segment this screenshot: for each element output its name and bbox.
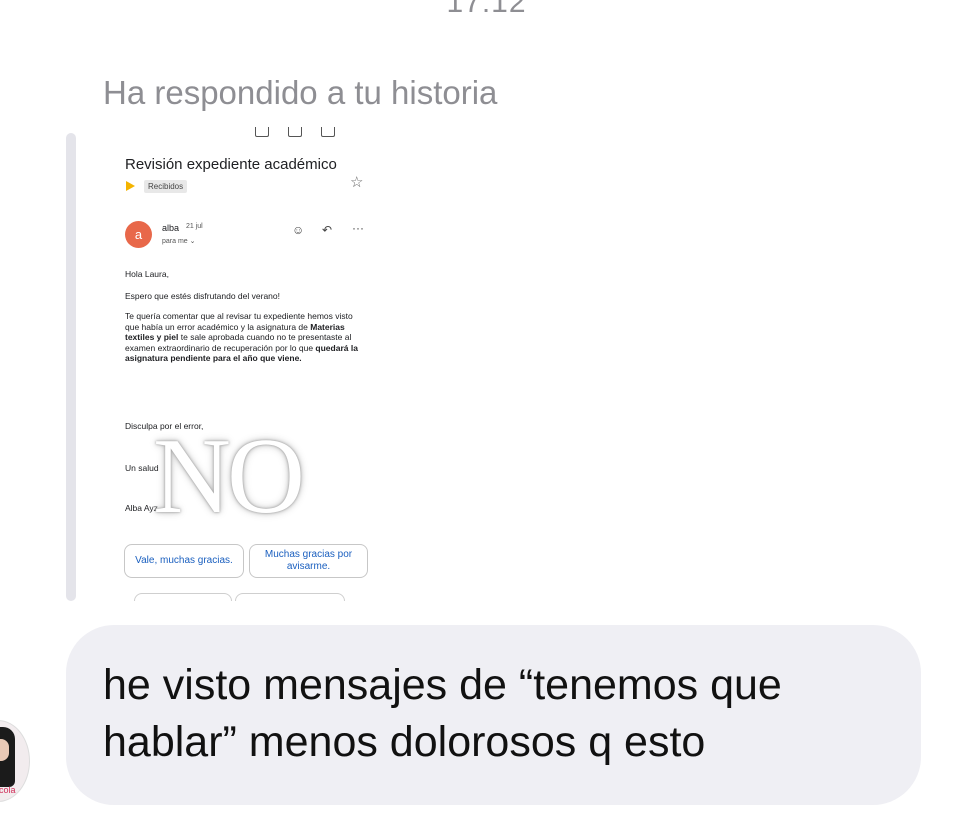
smart-reply-button: Muchas gracias por avisarme. bbox=[249, 544, 368, 578]
story-reply-indicator-bar bbox=[66, 133, 76, 601]
email-line: Espero que estés disfrutando del verano! bbox=[125, 291, 280, 301]
archive-icon bbox=[288, 127, 302, 137]
story-image[interactable]: Revisión expediente académico Recibidos … bbox=[100, 123, 390, 601]
email-greeting: Hola Laura, bbox=[125, 269, 169, 279]
smart-reply-button-cropped bbox=[134, 593, 232, 601]
message-bubble[interactable]: he visto mensajes de “tenemos que hablar… bbox=[66, 625, 921, 805]
story-reply-label: Ha respondido a tu historia bbox=[103, 74, 498, 111]
label-arrow-icon bbox=[126, 181, 135, 191]
overlay-text: NO bbox=[153, 417, 305, 536]
email-subject: Revisión expediente académico bbox=[125, 156, 337, 173]
download-icon bbox=[255, 127, 269, 137]
avatar-name-fragment: cola bbox=[0, 785, 16, 795]
smart-reply-button: Vale, muchas gracias. bbox=[124, 544, 244, 578]
smart-reply-button-cropped bbox=[235, 593, 345, 601]
email-paragraph: Te quería comentar que al revisar tu exp… bbox=[125, 311, 367, 364]
email-recipient: para me ⌄ bbox=[162, 238, 196, 245]
message-text: he visto mensajes de “tenemos que hablar… bbox=[103, 661, 782, 766]
mail-icon bbox=[321, 127, 335, 137]
email-label: Recibidos bbox=[144, 180, 188, 193]
status-time: 17:12 bbox=[446, 0, 527, 19]
email-toolbar bbox=[255, 127, 345, 139]
sender-avatar: a bbox=[125, 221, 152, 248]
sender-name: alba bbox=[162, 223, 180, 233]
emoji-icon: ☺ bbox=[292, 223, 305, 237]
star-icon: ☆ bbox=[350, 174, 364, 191]
email-date: 21 jul bbox=[186, 223, 203, 230]
reply-icon: ↶ bbox=[322, 223, 333, 237]
avatar[interactable]: cola bbox=[0, 720, 30, 802]
more-icon: ··· bbox=[352, 221, 364, 235]
